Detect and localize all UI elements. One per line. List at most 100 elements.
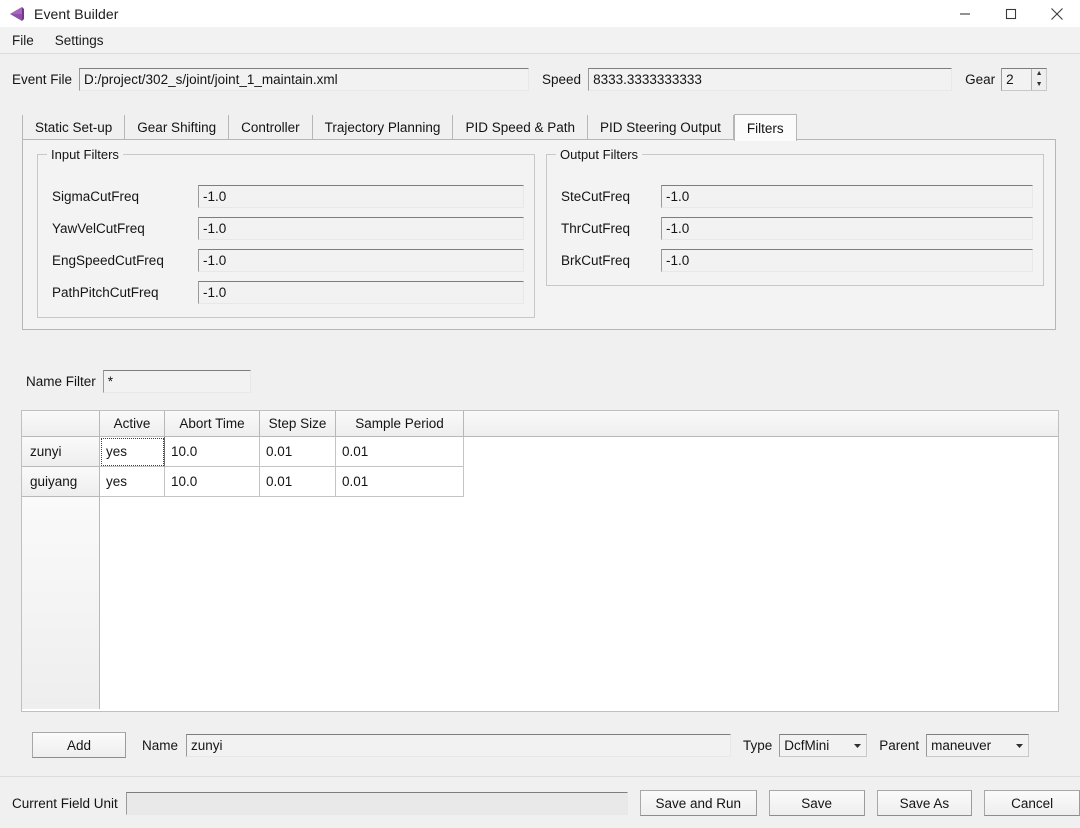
input-filters-title: Input Filters	[47, 147, 123, 162]
chevron-down-icon[interactable]	[848, 735, 866, 756]
event-builder-icon	[8, 5, 26, 23]
type-label: Type	[743, 737, 773, 753]
close-icon[interactable]	[1034, 0, 1080, 27]
table-cell-step-size[interactable]: 0.01	[260, 467, 336, 497]
gear-value: 2	[1006, 71, 1014, 87]
brkcutfreq-label: BrkCutFreq	[561, 252, 631, 268]
table-cell-step-size[interactable]: 0.01	[260, 437, 336, 467]
table-header-step-size[interactable]: Step Size	[260, 411, 336, 436]
cancel-button[interactable]: Cancel	[984, 790, 1080, 816]
table-cell-abort-time[interactable]: 10.0	[165, 467, 260, 497]
field-engspeedcutfreq: EngSpeedCutFreq -1.0	[52, 248, 524, 272]
menu-item-settings[interactable]: Settings	[46, 30, 113, 51]
sigmacutfreq-label: SigmaCutFreq	[52, 188, 140, 204]
table-cell-abort-time[interactable]: 10.0	[165, 437, 260, 467]
tab-filters[interactable]: Filters	[733, 114, 797, 141]
sigmacutfreq-input[interactable]: -1.0	[198, 184, 524, 208]
output-filters-group: Output Filters SteCutFreq -1.0 ThrCutFre…	[546, 147, 1044, 286]
pathpitchcutfreq-input[interactable]: -1.0	[198, 280, 524, 304]
input-filters-group: Input Filters SigmaCutFreq -1.0 YawVelCu…	[37, 147, 535, 318]
table-header-sample-period[interactable]: Sample Period	[336, 411, 464, 436]
stecutfreq-label: SteCutFreq	[561, 188, 631, 204]
table-cell-empty	[464, 467, 1058, 497]
tab-pid-steering-output[interactable]: PID Steering Output	[588, 115, 734, 140]
gear-label: Gear	[965, 71, 996, 87]
record-edit-row: Add Name zunyi Type DcfMini Parent maneu…	[0, 730, 1080, 760]
output-filters-title: Output Filters	[556, 147, 643, 162]
type-select[interactable]: DcfMini	[779, 733, 868, 757]
field-pathpitchcutfreq: PathPitchCutFreq -1.0	[52, 280, 524, 304]
tab-pid-speed-path[interactable]: PID Speed & Path	[453, 115, 589, 140]
engspeedcutfreq-input[interactable]: -1.0	[198, 248, 524, 272]
parent-label: Parent	[879, 737, 920, 753]
table-row[interactable]: zunyi yes 10.0 0.01 0.01	[22, 437, 1058, 467]
table-cell-empty	[464, 437, 1058, 467]
table-empty-area	[22, 497, 1058, 709]
yawvelcutfreq-input[interactable]: -1.0	[198, 216, 524, 240]
maximize-icon[interactable]	[988, 0, 1034, 27]
table-empty-row-header	[22, 497, 100, 709]
minimize-icon[interactable]	[942, 0, 988, 27]
spinner-up-icon[interactable]: ▲	[1031, 68, 1047, 79]
table-header-active[interactable]: Active	[100, 411, 165, 436]
table-row[interactable]: guiyang yes 10.0 0.01 0.01	[22, 467, 1058, 497]
window-title: Event Builder	[34, 5, 119, 22]
thrcutfreq-label: ThrCutFreq	[561, 220, 631, 236]
thrcutfreq-input[interactable]: -1.0	[661, 216, 1033, 240]
event-file-label: Event File	[12, 71, 73, 87]
table-row-header[interactable]: guiyang	[22, 467, 100, 497]
title-bar: Event Builder	[0, 0, 1080, 28]
field-brkcutfreq: BrkCutFreq -1.0	[561, 248, 1033, 272]
status-separator	[0, 776, 1080, 777]
menu-item-file[interactable]: File	[3, 30, 43, 51]
engspeedcutfreq-label: EngSpeedCutFreq	[52, 252, 164, 268]
table-header-abort-time[interactable]: Abort Time	[165, 411, 260, 436]
window-controls	[942, 0, 1080, 27]
save-as-button[interactable]: Save As	[876, 790, 973, 816]
event-file-input[interactable]: D:/project/302_s/joint/joint_1_maintain.…	[79, 67, 530, 91]
table-cell-sample-period[interactable]: 0.01	[336, 467, 464, 497]
save-button[interactable]: Save	[768, 790, 865, 816]
table-header-row: Active Abort Time Step Size Sample Perio…	[22, 411, 1058, 437]
save-and-run-button[interactable]: Save and Run	[639, 790, 757, 816]
field-thrcutfreq: ThrCutFreq -1.0	[561, 216, 1033, 240]
tab-static-set-up[interactable]: Static Set-up	[22, 115, 126, 140]
table-cell-active[interactable]: yes	[100, 467, 165, 497]
add-button[interactable]: Add	[32, 732, 126, 758]
current-field-unit-label: Current Field Unit	[12, 795, 118, 811]
menu-bar: File Settings	[0, 27, 1080, 54]
table-header-corner	[22, 411, 100, 436]
filters-tab-panel: Input Filters SigmaCutFreq -1.0 YawVelCu…	[22, 139, 1056, 330]
table-header-filler	[464, 411, 1058, 436]
tab-controller[interactable]: Controller	[229, 115, 313, 140]
name-filter-label: Name Filter	[26, 374, 96, 389]
table-cell-active[interactable]: yes	[100, 437, 165, 467]
parent-select-value: maneuver	[931, 737, 992, 753]
tab-strip: Static Set-up Gear Shifting Controller T…	[22, 113, 1056, 141]
gear-stepper[interactable]: 2 ▲ ▼	[1001, 67, 1048, 91]
tab-trajectory-planning[interactable]: Trajectory Planning	[313, 115, 454, 140]
field-sigmacutfreq: SigmaCutFreq -1.0	[52, 184, 524, 208]
table-body: zunyi yes 10.0 0.01 0.01 guiyang yes 10.…	[22, 437, 1058, 709]
gear-stepper-buttons[interactable]: ▲ ▼	[1031, 68, 1047, 90]
brkcutfreq-input[interactable]: -1.0	[661, 248, 1033, 272]
table-cell-sample-period[interactable]: 0.01	[336, 437, 464, 467]
status-bar: Current Field Unit Save and Run Save Sav…	[0, 786, 1080, 820]
pathpitchcutfreq-label: PathPitchCutFreq	[52, 284, 159, 300]
spinner-down-icon[interactable]: ▼	[1031, 79, 1047, 90]
current-field-unit-input	[125, 791, 628, 815]
name-input[interactable]: zunyi	[186, 733, 732, 757]
name-filter-input[interactable]: *	[102, 370, 251, 393]
table-empty-cells	[100, 497, 1058, 709]
name-filter-row: Name Filter *	[26, 370, 251, 393]
speed-input[interactable]: 8333.3333333333	[588, 67, 953, 91]
events-table[interactable]: Active Abort Time Step Size Sample Perio…	[21, 410, 1059, 712]
name-label: Name	[142, 737, 179, 753]
stecutfreq-input[interactable]: -1.0	[661, 184, 1033, 208]
chevron-down-icon[interactable]	[1010, 735, 1028, 756]
tab-gear-shifting[interactable]: Gear Shifting	[125, 115, 230, 140]
parent-select[interactable]: maneuver	[926, 733, 1030, 757]
event-file-row: Event File D:/project/302_s/joint/joint_…	[0, 62, 1080, 96]
yawvelcutfreq-label: YawVelCutFreq	[52, 220, 145, 236]
table-row-header[interactable]: zunyi	[22, 437, 100, 467]
